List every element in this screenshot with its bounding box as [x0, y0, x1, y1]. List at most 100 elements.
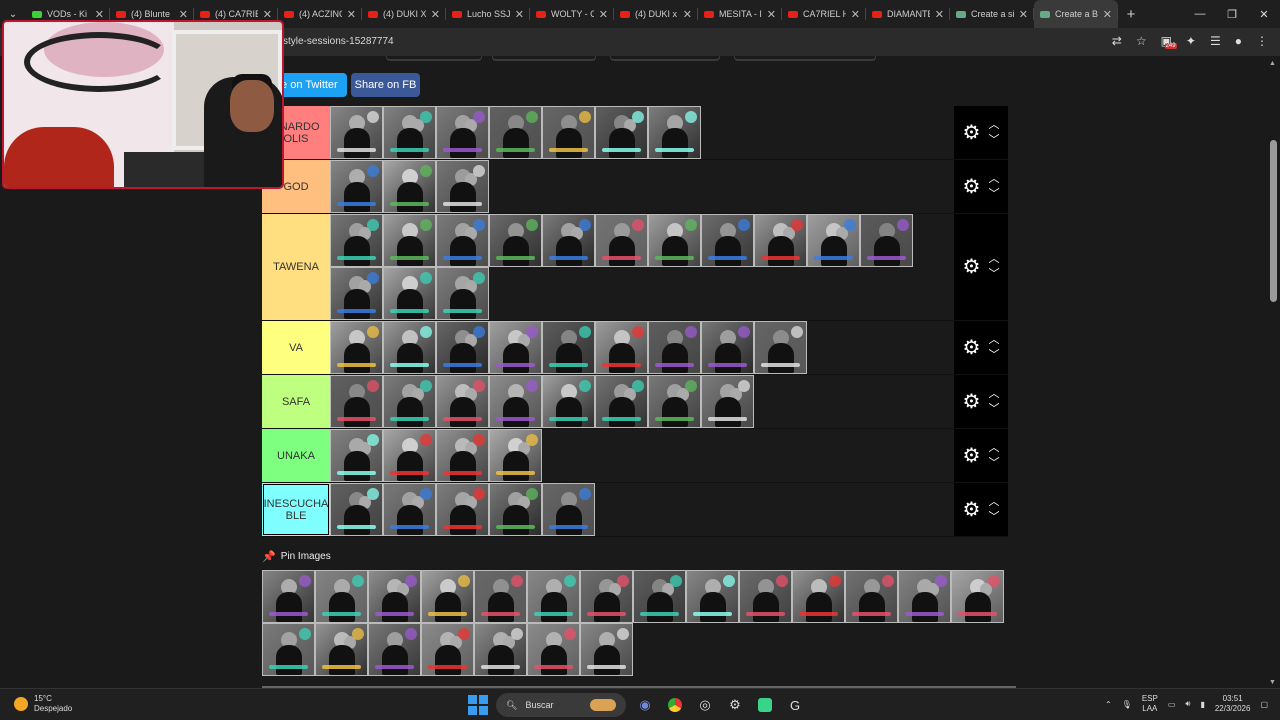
artist-tile[interactable]	[542, 214, 595, 267]
tier-items[interactable]	[330, 321, 1008, 374]
battery-icon[interactable]: ▮	[1200, 700, 1204, 709]
move-tier-down-icon[interactable]: ﹀	[988, 349, 999, 360]
artist-tile[interactable]	[330, 321, 383, 374]
bookmark-star-icon[interactable]: ☆	[1136, 34, 1147, 48]
close-tab-icon[interactable]: ✕	[1019, 8, 1028, 21]
browser-menu-icon[interactable]: ⋮	[1256, 34, 1268, 48]
artist-tile[interactable]	[648, 214, 701, 267]
tier-settings-gear-icon[interactable]: ⚙	[963, 123, 981, 143]
artist-tile[interactable]	[436, 429, 489, 482]
tier-items[interactable]	[330, 160, 1008, 213]
pool-artist-tile[interactable]	[262, 570, 315, 623]
artist-tile[interactable]	[701, 321, 754, 374]
browser-tab[interactable]: DIAMANTE ✕	[866, 0, 950, 28]
close-tab-icon[interactable]: ✕	[431, 8, 440, 21]
artist-tile[interactable]	[436, 214, 489, 267]
page-scrollbar[interactable]: ▲ ▼	[1267, 56, 1280, 688]
artist-tile[interactable]	[383, 214, 436, 267]
minimize-icon[interactable]: —	[1184, 0, 1216, 28]
tier-settings-gear-icon[interactable]: ⚙	[963, 257, 981, 277]
artist-tile[interactable]	[542, 375, 595, 428]
artist-tile[interactable]	[330, 267, 383, 320]
artist-tile[interactable]	[489, 214, 542, 267]
artist-tile[interactable]	[648, 321, 701, 374]
artist-tile[interactable]	[436, 375, 489, 428]
move-tier-up-icon[interactable]: ︿	[988, 496, 999, 507]
tier-settings-gear-icon[interactable]: ⚙	[963, 500, 981, 520]
tier-label[interactable]: UNAKA	[262, 429, 330, 482]
weather-widget[interactable]: 15°C Despejado	[14, 694, 72, 714]
browser-tab[interactable]: WOLTY - C ✕	[530, 0, 614, 28]
pool-artist-tile[interactable]	[686, 570, 739, 623]
close-tab-icon[interactable]: ✕	[599, 8, 608, 21]
logitech-icon[interactable]: G	[784, 694, 806, 716]
pool-artist-tile[interactable]	[421, 623, 474, 676]
artist-tile[interactable]	[860, 214, 913, 267]
browser-tab[interactable]: Create a B ✕	[1034, 0, 1118, 28]
move-tier-up-icon[interactable]: ︿	[988, 173, 999, 184]
browser-tab[interactable]: CA7RIEL H ✕	[782, 0, 866, 28]
tier-label[interactable]: SAFA	[262, 375, 330, 428]
artist-tile[interactable]	[595, 375, 648, 428]
pool-artist-tile[interactable]	[845, 570, 898, 623]
translate-icon[interactable]: ⇄	[1112, 34, 1122, 48]
artist-tile[interactable]	[383, 375, 436, 428]
pool-artist-tile[interactable]	[368, 570, 421, 623]
move-tier-down-icon[interactable]: ﹀	[988, 188, 999, 199]
artist-tile[interactable]	[383, 429, 436, 482]
taskbar-search[interactable]: 🔍︎ Buscar	[496, 693, 626, 717]
artist-tile[interactable]	[542, 106, 595, 159]
close-tab-icon[interactable]: ✕	[263, 8, 272, 21]
green-app-icon[interactable]	[754, 694, 776, 716]
artist-tile[interactable]	[330, 214, 383, 267]
artist-tile[interactable]	[330, 106, 383, 159]
artist-tile[interactable]	[330, 375, 383, 428]
artist-tile[interactable]	[383, 321, 436, 374]
move-tier-up-icon[interactable]: ︿	[988, 442, 999, 453]
tier-items[interactable]	[330, 429, 1008, 482]
artist-tile[interactable]	[383, 483, 436, 536]
tier-settings-gear-icon[interactable]: ⚙	[963, 338, 981, 358]
move-tier-down-icon[interactable]: ﹀	[988, 269, 999, 280]
language-indicator[interactable]: ESP LAA	[1142, 694, 1158, 714]
browser-tab[interactable]: Create a si ✕	[950, 0, 1034, 28]
artist-tile[interactable]	[542, 483, 595, 536]
pool-artist-tile[interactable]	[474, 570, 527, 623]
scroll-down-icon[interactable]: ▼	[1269, 679, 1276, 686]
browser-tab[interactable]: (4) DUKI X ✕	[362, 0, 446, 28]
browser-tab[interactable]: (4) ACZINO ✕	[278, 0, 362, 28]
artist-tile[interactable]	[436, 267, 489, 320]
artist-tile[interactable]	[489, 106, 542, 159]
extension-badge-icon[interactable]: ▣ 249	[1161, 34, 1177, 49]
artist-tile[interactable]	[330, 160, 383, 213]
profile-avatar-icon[interactable]: ●	[1235, 34, 1242, 48]
tier-label[interactable]: TAWENA	[262, 214, 330, 320]
artist-tile[interactable]	[489, 375, 542, 428]
artist-tile[interactable]	[595, 214, 648, 267]
close-tab-icon[interactable]: ✕	[1103, 8, 1112, 21]
chrome-icon[interactable]	[664, 694, 686, 716]
tier-items[interactable]	[330, 375, 1008, 428]
tier-settings-gear-icon[interactable]: ⚙	[963, 177, 981, 197]
reading-list-icon[interactable]: ☰	[1210, 34, 1221, 48]
artist-tile[interactable]	[754, 321, 807, 374]
settings-gear-icon[interactable]: ⚙	[724, 694, 746, 716]
pool-artist-tile[interactable]	[739, 570, 792, 623]
artist-tile[interactable]	[648, 375, 701, 428]
tier-items[interactable]	[330, 214, 1008, 320]
move-tier-down-icon[interactable]: ﹀	[988, 134, 999, 145]
pool-artist-tile[interactable]	[315, 570, 368, 623]
close-tab-icon[interactable]: ✕	[683, 8, 692, 21]
artist-tile[interactable]	[648, 106, 701, 159]
scrollbar-thumb[interactable]	[1270, 140, 1277, 302]
volume-icon[interactable]: 🔊︎	[1185, 699, 1190, 709]
artist-tile[interactable]	[595, 106, 648, 159]
tier-settings-gear-icon[interactable]: ⚙	[963, 392, 981, 412]
scroll-up-icon[interactable]: ▲	[1269, 60, 1276, 67]
tier-label[interactable]: INESCUCHA BLE	[262, 483, 330, 536]
close-window-icon[interactable]: ✕	[1248, 0, 1280, 28]
artist-tile[interactable]	[383, 160, 436, 213]
pool-artist-tile[interactable]	[951, 570, 1004, 623]
pool-artist-tile[interactable]	[580, 570, 633, 623]
browser-tab[interactable]: MESITA - I ✕	[698, 0, 782, 28]
